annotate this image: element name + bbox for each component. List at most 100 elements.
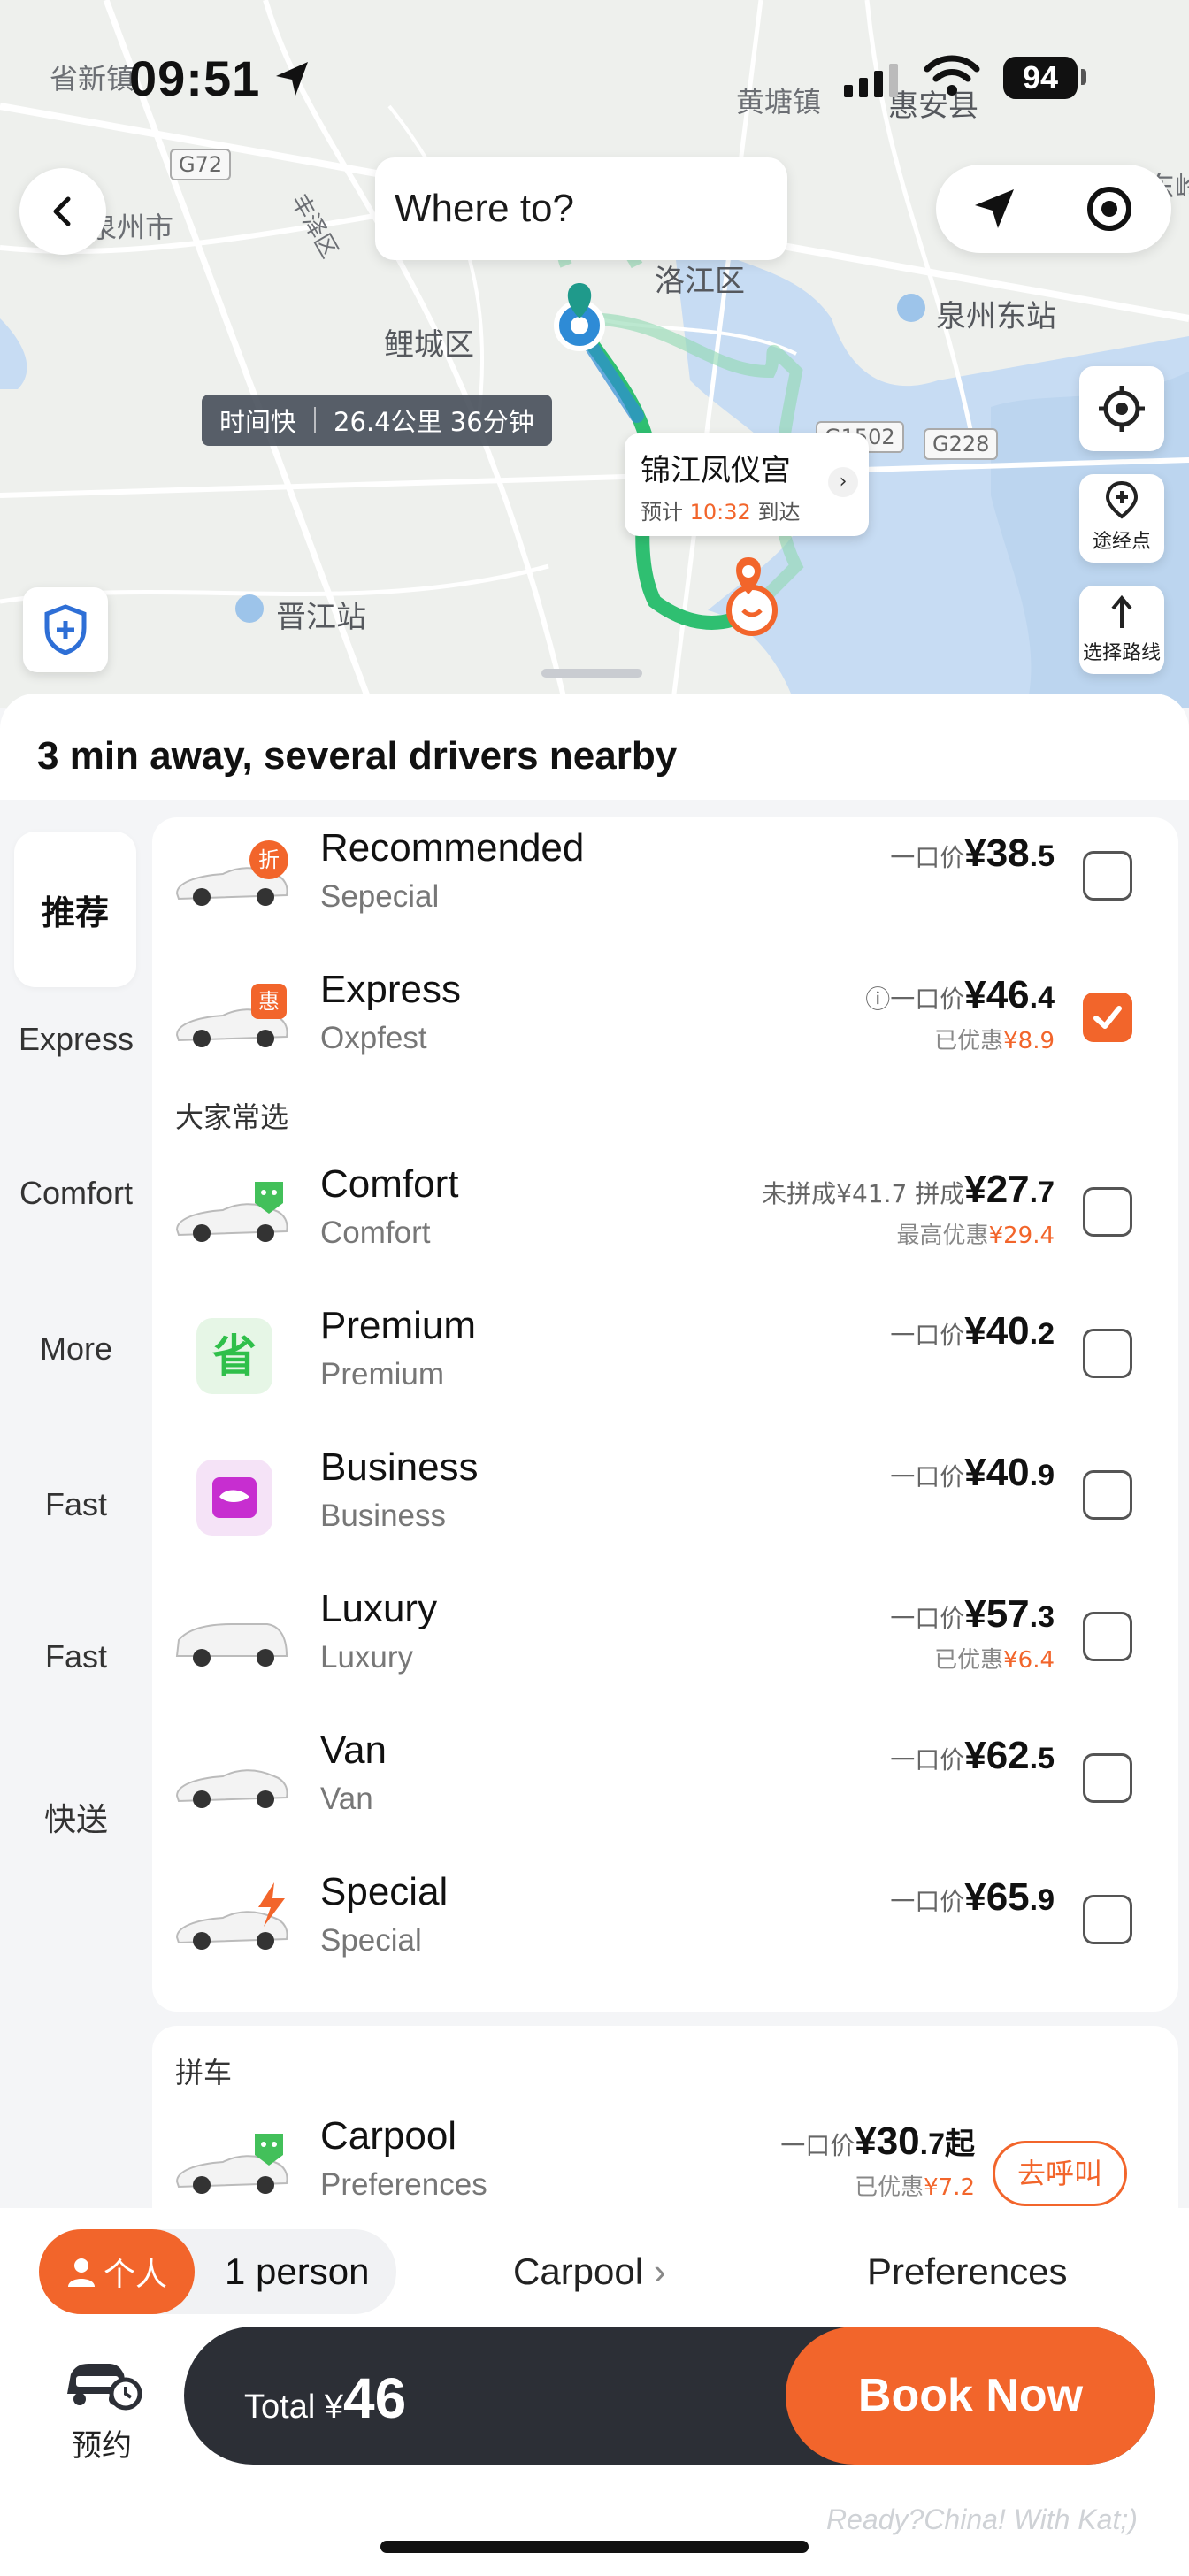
price-decimal: .7起 [919,2128,975,2161]
home-indicator[interactable] [380,2541,809,2553]
svg-text:惠: 惠 [258,989,280,1014]
info-icon[interactable]: ⓘ [865,985,890,1014]
category-tab-fast-2[interactable]: Fast [0,1638,152,1675]
destination-card[interactable]: 锦江凤仪宫 预计 10:32 到达 › [625,433,869,536]
ride-price: 一口价¥40.9 [890,1451,1055,1495]
price-decimal: .5 [1029,1742,1055,1775]
price-main: ¥65 [964,1875,1030,1919]
ride-checkbox[interactable] [1083,1470,1132,1520]
ride-option-premium[interactable]: 省 Premium Premium 一口价¥40.2 [152,1295,1178,1428]
route-badge[interactable]: 时间快 26.4公里 36分钟 [202,395,552,446]
discount-value: ¥7.2 [924,2174,975,2201]
ride-option-van[interactable]: Van Van 一口价¥62.5 [152,1720,1178,1852]
ride-subtitle: Luxury [320,1640,414,1675]
price-decimal: .4 [1029,981,1055,1015]
ride-checkbox[interactable] [1083,1895,1132,1944]
discount-value: ¥29.4 [988,1223,1055,1249]
svg-text:省: 省 [212,1330,257,1382]
price-prefix: 一口价 [890,843,965,872]
category-tab-more[interactable]: More [0,1330,152,1368]
ride-name: Van [320,1729,387,1772]
destination-search[interactable]: Where to? [375,157,787,260]
back-button[interactable] [19,168,106,255]
destination-eta: 预计 10:32 到达 [641,494,869,525]
ride-name: Comfort [320,1162,459,1206]
ride-option-recommended[interactable]: 折 Recommended Sepecial 一口价¥38.5 [152,817,1178,950]
category-sidebar: 推荐 Express Comfort More Fast Fast 快送 [0,800,152,2127]
ride-price: 一口价¥65.9 [890,1875,1055,1920]
battery-indicator: 94 [1003,57,1078,99]
route-arrow-icon [1111,594,1132,628]
choose-route-button[interactable]: 选择路线 [1079,586,1164,674]
price-decimal: .9 [1029,1459,1055,1492]
sheet-drag-handle[interactable] [541,669,642,678]
discount-label: 已优惠 [855,2174,924,2201]
eta-title: 3 min away, several drivers nearby [37,734,678,778]
signal-icon [844,64,898,97]
price-decimal: .2 [1029,1317,1055,1351]
battery-cap [1081,69,1086,85]
map-label: 泉州东站 [936,299,1056,334]
svg-text:折: 折 [258,847,280,872]
book-now-button[interactable]: Book Now [786,2327,1155,2465]
eta-time: 10:32 [689,500,751,525]
ride-checkbox[interactable] [1083,1187,1132,1237]
safety-button[interactable] [23,587,108,672]
ride-name: Carpool [320,2114,457,2158]
map-label: 鲤城区 [384,327,474,363]
locate-button[interactable] [1079,366,1164,451]
chevron-right-icon: › [828,467,858,497]
reserve-button[interactable]: 预约 [53,2350,150,2465]
eta-suffix: 到达 [757,500,801,525]
price-prefix: 一口价 [890,1321,965,1350]
total-value: 46 [342,2366,407,2430]
carpool-option[interactable]: Carpool › [513,2250,666,2293]
ride-option-business[interactable]: Business Business 一口价¥40.9 [152,1437,1178,1569]
category-tab-fast[interactable]: Fast [0,1486,152,1523]
passenger-selector[interactable]: 个人 1 person [39,2229,396,2314]
ride-price: 一口价¥40.2 [890,1309,1055,1353]
category-tab-recommended[interactable]: 推荐 [14,832,136,987]
ride-option-comfort[interactable]: Comfort Comfort 未拼成¥41.7 拼成¥27.7 最高优惠¥29… [152,1154,1178,1286]
ride-subtitle: Sepecial [320,879,440,914]
waypoint-button[interactable]: 途经点 [1079,474,1164,563]
discount-value: ¥6.4 [1003,1647,1055,1674]
navigation-arrow-icon[interactable] [971,186,1017,232]
category-tab-delivery[interactable]: 快送 [0,1794,152,1840]
ride-name: Recommended [320,826,585,870]
category-tab-express[interactable]: Express [0,1021,152,1058]
ride-subtitle: Oxpfest [320,1021,427,1055]
waypoint-label: 途经点 [1092,531,1151,553]
ride-name: Express [320,968,461,1011]
ride-subtitle: Business [320,1499,447,1533]
ride-option-luxury[interactable]: Luxury Luxury 一口价¥57.3 已优惠¥6.4 [152,1578,1178,1711]
preferences-option[interactable]: Preferences [867,2250,1067,2293]
shield-icon [44,604,87,656]
price-prefix: 一口价 [890,1745,965,1775]
ride-checkbox[interactable] [1083,1612,1132,1661]
current-location-icon[interactable] [1085,184,1134,234]
ride-checkbox[interactable] [1083,851,1132,901]
watermark: Ready?China! With Kat;) [826,2503,1138,2535]
discount-label: 已优惠 [934,1647,1004,1674]
carpool-call-button[interactable]: 去呼叫 [993,2141,1127,2206]
ride-option-express[interactable]: 惠 Express Oxpfest ⓘ一口价¥46.4 已优惠¥8.9 [152,959,1178,1092]
ride-option-special[interactable]: Special Special 一口价¥65.9 [152,1861,1178,1994]
price-decimal: .9 [1029,1883,1055,1917]
discount-label: 已优惠 [934,1028,1004,1054]
ride-checkbox[interactable] [1083,1329,1132,1378]
ride-price: 一口价¥62.5 [890,1734,1055,1778]
ride-checkbox[interactable] [1083,1753,1132,1803]
ride-checkbox-checked[interactable] [1083,993,1132,1042]
total-price: Total ¥46 [244,2365,406,2431]
map-label: 洛江区 [655,264,745,299]
personal-tag[interactable]: 个人 [39,2229,195,2314]
category-tab-comfort[interactable]: Comfort [0,1175,152,1212]
route-distance: 26.4公里 36分钟 [334,407,534,437]
price-decimal: .3 [1029,1600,1055,1634]
ride-price: ⓘ一口价¥46.4 已优惠¥8.9 [865,973,1055,1055]
price-prefix: 一口价 [890,985,965,1014]
ride-name: Luxury [320,1587,438,1630]
suv-icon [175,1623,288,1667]
price-prefix: 未拼成¥41.7 拼成 [762,1179,965,1208]
